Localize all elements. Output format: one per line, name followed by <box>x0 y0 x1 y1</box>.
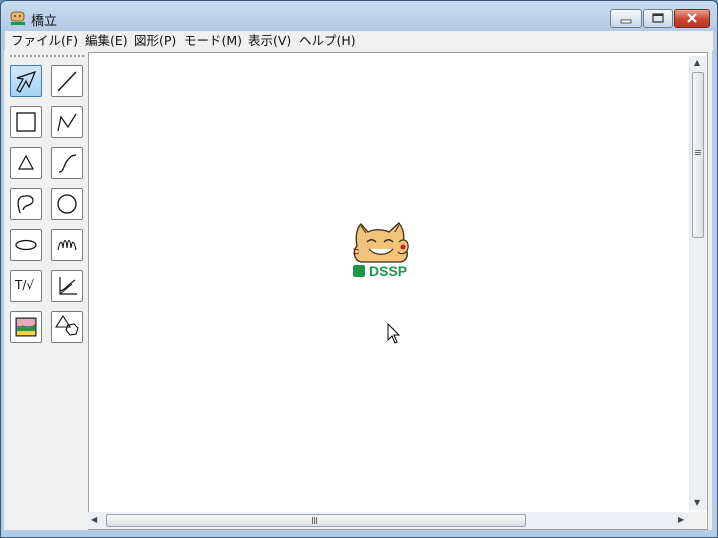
menu-shape[interactable]: 図形(P) <box>134 32 176 49</box>
thumb-grip-icon <box>695 150 701 156</box>
freeform-icon <box>17 195 34 214</box>
graph-axes-icon <box>59 277 77 295</box>
text-formula-tool[interactable]: T/√ <box>10 270 42 302</box>
text-formula-icon: T/√ <box>15 278 35 292</box>
horizontal-scrollbar[interactable]: ◀ ▶ <box>86 512 690 529</box>
maximize-icon <box>652 13 664 23</box>
select-arrow-icon <box>16 71 37 93</box>
scroll-up-icon[interactable]: ▲ <box>694 59 700 67</box>
curve-icon <box>58 154 77 173</box>
freeform-tool[interactable] <box>10 188 42 220</box>
image-tool[interactable] <box>10 311 42 343</box>
solid-shape-icon <box>54 314 79 336</box>
polyline-tool[interactable] <box>51 106 83 138</box>
line-icon <box>57 71 77 92</box>
ellipse-tool[interactable] <box>10 229 42 261</box>
close-icon <box>687 13 697 23</box>
maximize-button[interactable] <box>643 9 673 28</box>
scrollbar-corner <box>690 512 706 529</box>
curve-tool[interactable] <box>51 147 83 179</box>
menu-mode[interactable]: モード(M) <box>184 32 242 49</box>
menu-view[interactable]: 表示(V) <box>248 32 291 49</box>
client-area: T/√ <box>4 50 712 530</box>
window-title: 橋立 <box>31 14 58 29</box>
rectangle-icon <box>16 112 36 132</box>
vertical-scrollbar[interactable]: ▲ ▼ <box>689 56 707 510</box>
dssp-logo-mark <box>353 265 365 277</box>
menu-edit[interactable]: 編集(E) <box>85 32 128 49</box>
dssp-cat-icon <box>10 11 25 25</box>
spiral-tool[interactable] <box>51 229 83 261</box>
thumb-grip-icon <box>312 517 318 524</box>
scroll-left-icon[interactable]: ◀ <box>91 516 97 524</box>
dssp-logo-text: DSSP <box>369 263 408 279</box>
scroll-right-icon[interactable]: ▶ <box>678 516 684 524</box>
menu-help[interactable]: ヘルプ(H) <box>299 32 356 49</box>
line-tool[interactable] <box>51 65 83 97</box>
circle-tool[interactable] <box>51 188 83 220</box>
minimize-button[interactable] <box>610 9 642 28</box>
spiral-icon <box>57 239 77 251</box>
menu-file[interactable]: ファイル(F) <box>11 32 78 49</box>
title-bar[interactable]: 橋立 <box>1 1 717 31</box>
triangle-icon <box>17 154 35 170</box>
menu-bar: ファイル(F) 編集(E) 図形(P) モード(M) 表示(V) ヘルプ(H) <box>5 31 713 51</box>
picture-icon <box>15 317 37 337</box>
polyline-icon <box>57 113 77 132</box>
horizontal-scroll-thumb[interactable] <box>106 514 526 527</box>
minimize-icon <box>620 19 632 24</box>
ellipse-icon <box>15 239 37 251</box>
solid-shape-tool[interactable] <box>51 311 83 343</box>
toolbox-grip <box>10 55 84 57</box>
mouse-cursor-icon <box>387 323 401 344</box>
graph-tool[interactable] <box>51 270 83 302</box>
scroll-down-icon[interactable]: ▼ <box>694 499 700 507</box>
rectangle-tool[interactable] <box>10 106 42 138</box>
close-button[interactable] <box>674 9 710 28</box>
triangle-tool[interactable] <box>10 147 42 179</box>
select-tool[interactable] <box>10 65 42 97</box>
vertical-scroll-thumb[interactable] <box>692 72 704 238</box>
circle-icon <box>57 194 77 214</box>
drawing-canvas[interactable] <box>88 52 708 530</box>
